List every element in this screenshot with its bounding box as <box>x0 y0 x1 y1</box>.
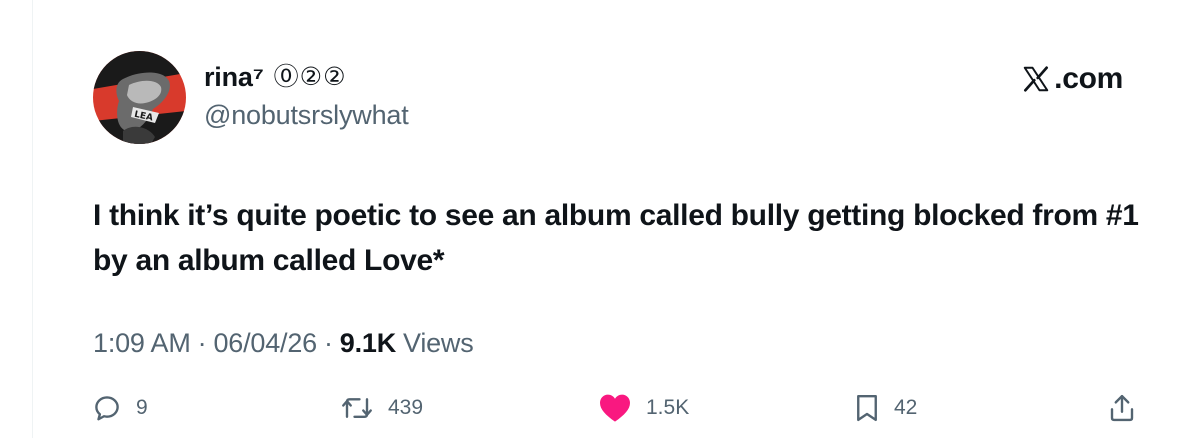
views-label: Views <box>403 328 474 358</box>
avatar[interactable]: LEA <box>93 51 186 144</box>
avatar-image: LEA <box>93 51 186 144</box>
display-name[interactable]: rina⁷ <box>204 60 264 94</box>
user-handle[interactable]: @nobutsrslywhat <box>204 98 409 132</box>
tweet-time[interactable]: 1:09 AM <box>93 324 191 362</box>
heart-icon <box>600 394 630 422</box>
tweet-meta: 1:09 AM · 06/04/26 · 9.1K Views <box>93 324 474 362</box>
views-count: 9.1K <box>339 328 396 358</box>
name-emblems: ⓪②② <box>273 62 347 91</box>
tweet-text: I think it’s quite poetic to see an albu… <box>93 199 1139 277</box>
display-name-row[interactable]: rina⁷ ⓪②② <box>204 60 347 94</box>
x-logo-icon <box>1023 66 1049 92</box>
brand-domain: .com <box>1054 62 1123 95</box>
x-brand-logo: .com <box>1021 62 1123 96</box>
bookmark-count: 42 <box>894 396 918 419</box>
repost-count: 439 <box>388 396 424 419</box>
bookmark-button[interactable]: 42 <box>854 388 917 428</box>
repost-button[interactable]: 439 <box>340 388 423 428</box>
reply-icon <box>95 396 119 421</box>
meta-separator: · <box>197 328 207 358</box>
meta-separator: · <box>323 328 333 358</box>
reply-count: 9 <box>136 396 148 419</box>
tweet-date[interactable]: 06/04/26 <box>213 324 317 362</box>
like-count: 1.5K <box>646 396 690 419</box>
repost-icon <box>342 398 372 418</box>
share-button[interactable] <box>1108 388 1136 428</box>
bookmark-icon <box>857 394 877 422</box>
reply-button[interactable]: 9 <box>92 388 148 428</box>
share-icon <box>1110 394 1134 422</box>
like-button[interactable]: 1.5K <box>598 388 689 428</box>
action-bar: 9 439 1.5K 42 <box>0 388 1200 428</box>
